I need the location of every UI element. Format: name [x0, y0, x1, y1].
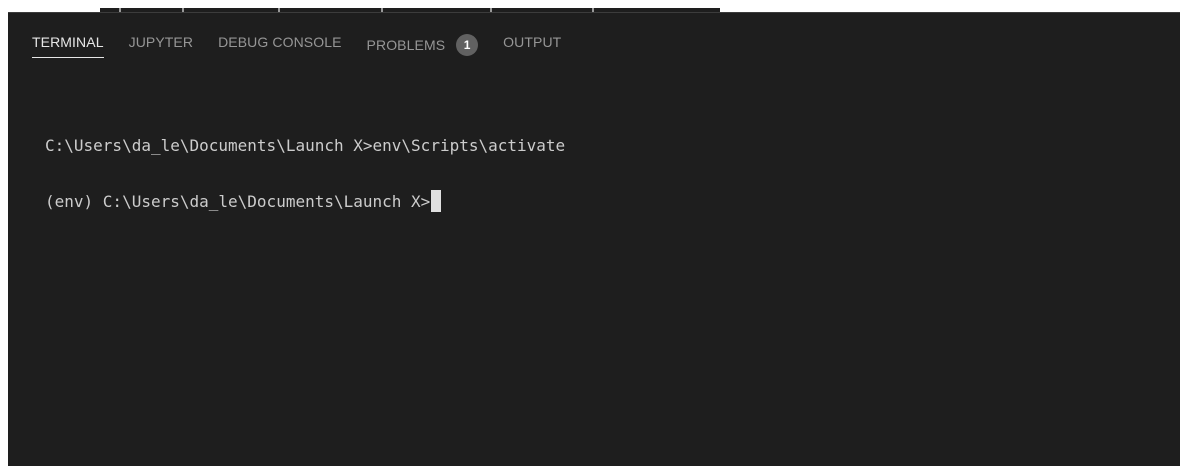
active-tab-indicator: [32, 57, 104, 58]
tab-terminal-label: TERMINAL: [32, 34, 104, 50]
terminal-view[interactable]: C:\Users\da_le\Documents\Launch X>env\Sc…: [45, 132, 1145, 216]
tab-debug-console[interactable]: DEBUG CONSOLE: [218, 24, 341, 58]
screenshot-frame: TERMINAL JUPYTER DEBUG CONSOLE PROBLEMS …: [0, 0, 1180, 466]
tab-terminal[interactable]: TERMINAL: [32, 24, 104, 58]
terminal-prompt: (env) C:\Users\da_le\Documents\Launch X>: [45, 192, 431, 211]
panel-tab-bar: TERMINAL JUPYTER DEBUG CONSOLE PROBLEMS …: [32, 24, 586, 64]
tab-problems[interactable]: PROBLEMS 1: [367, 24, 479, 64]
tab-jupyter-label: JUPYTER: [128, 34, 194, 50]
tab-debug-console-label: DEBUG CONSOLE: [218, 34, 342, 50]
tab-output[interactable]: OUTPUT: [503, 24, 561, 58]
terminal-cursor: [431, 190, 442, 212]
terminal-prompt-line[interactable]: (env) C:\Users\da_le\Documents\Launch X>: [45, 188, 1145, 216]
terminal-line: C:\Users\da_le\Documents\Launch X>env\Sc…: [45, 136, 566, 155]
tab-output-label: OUTPUT: [503, 34, 562, 50]
tab-jupyter[interactable]: JUPYTER: [129, 24, 194, 58]
tab-problems-label: PROBLEMS: [366, 37, 446, 53]
problems-count-badge: 1: [456, 34, 479, 56]
bottom-panel: [8, 12, 1180, 466]
